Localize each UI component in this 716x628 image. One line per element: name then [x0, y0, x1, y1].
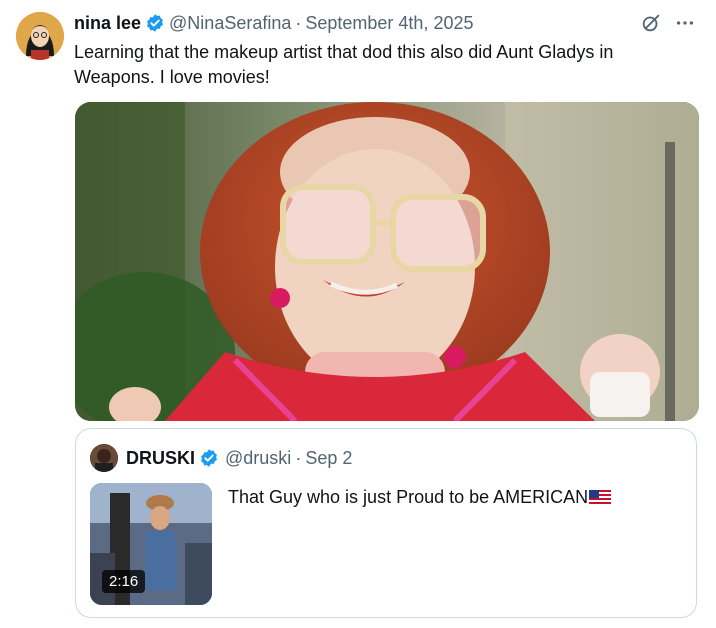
quoted-video-thumbnail[interactable]: 2:16: [90, 483, 212, 605]
quoted-tweet-text-content: That Guy who is just Proud to be AMERICA…: [228, 487, 589, 507]
quoted-tweet-header: DRUSKI @druski · Sep 2: [90, 443, 352, 473]
quoted-tweet-text: That Guy who is just Proud to be AMERICA…: [228, 485, 612, 509]
us-flag-emoji: [589, 486, 612, 504]
quoted-author-avatar[interactable]: [90, 444, 118, 472]
tweet-header: nina lee @NinaSerafina · September 4th, …: [74, 11, 696, 35]
quoted-tweet[interactable]: DRUSKI @druski · Sep 2 2:16 That Guy who…: [75, 428, 697, 618]
tweet-date[interactable]: September 4th, 2025: [305, 13, 473, 34]
verified-badge-icon: [199, 448, 219, 468]
author-avatar[interactable]: [16, 12, 64, 60]
separator-dot: ·: [295, 447, 302, 468]
tweet-text: Learning that the makeup artist that dod…: [74, 42, 614, 87]
author-name[interactable]: nina lee: [74, 13, 141, 34]
quoted-author-handle[interactable]: @druski: [225, 448, 291, 469]
more-icon[interactable]: [674, 12, 696, 34]
author-handle[interactable]: @NinaSerafina: [169, 13, 291, 34]
tweet-photo[interactable]: [75, 102, 699, 421]
header-actions: [640, 12, 696, 34]
quoted-author-name[interactable]: DRUSKI: [126, 448, 195, 469]
quoted-tweet-date[interactable]: Sep 2: [305, 448, 352, 469]
separator-dot: ·: [295, 12, 302, 33]
video-duration: 2:16: [102, 570, 146, 593]
verified-badge-icon: [145, 13, 165, 33]
grok-icon[interactable]: [640, 12, 662, 34]
